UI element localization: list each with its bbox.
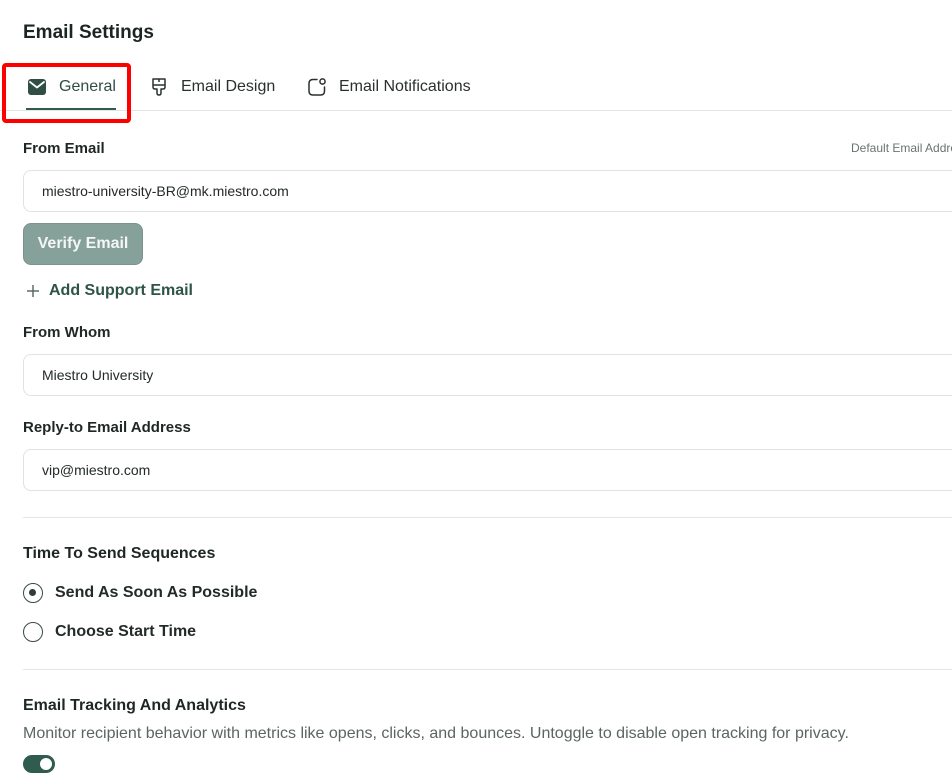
plus-icon (25, 283, 41, 299)
verify-email-button[interactable]: Verify Email (23, 223, 143, 265)
tab-email-notifications[interactable]: Email Notifications (306, 64, 471, 110)
divider (23, 669, 952, 670)
tracking-title: Email Tracking And Analytics (23, 697, 246, 714)
tab-general[interactable]: General (26, 64, 116, 110)
notification-bell-icon (306, 76, 328, 98)
from-whom-input[interactable] (23, 354, 952, 396)
tab-general-label: General (59, 78, 116, 95)
tracking-toggle[interactable] (23, 755, 55, 773)
envelope-icon (26, 76, 48, 98)
reply-to-label: Reply-to Email Address (23, 419, 191, 436)
radio-send-asap-label: Send As Soon As Possible (55, 584, 258, 601)
divider (23, 517, 952, 518)
from-whom-label: From Whom (23, 324, 111, 341)
reply-to-input[interactable] (23, 449, 952, 491)
radio-choose-start-time-label: Choose Start Time (55, 623, 197, 640)
tab-email-notifications-label: Email Notifications (339, 78, 471, 95)
radio-send-asap[interactable]: Send As Soon As Possible (23, 583, 257, 603)
tab-bar: General Email Design Email Notifications (0, 64, 952, 111)
add-support-email-button[interactable]: Add Support Email (25, 282, 193, 300)
page-title: Email Settings (23, 22, 154, 43)
from-email-input[interactable] (23, 170, 952, 212)
from-email-label: From Email (23, 140, 105, 157)
default-email-hint: Default Email Address (851, 141, 952, 155)
radio-unchecked[interactable] (23, 622, 43, 642)
radio-choose-start-time[interactable]: Choose Start Time (23, 622, 196, 642)
active-tab-indicator (26, 108, 116, 110)
radio-checked[interactable] (23, 583, 43, 603)
tab-email-design[interactable]: Email Design (148, 64, 275, 110)
add-support-email-label: Add Support Email (49, 282, 193, 299)
paint-brush-icon (148, 76, 170, 98)
tab-email-design-label: Email Design (181, 78, 276, 95)
tracking-description: Monitor recipient behavior with metrics … (23, 725, 849, 742)
sequences-title: Time To Send Sequences (23, 545, 216, 562)
